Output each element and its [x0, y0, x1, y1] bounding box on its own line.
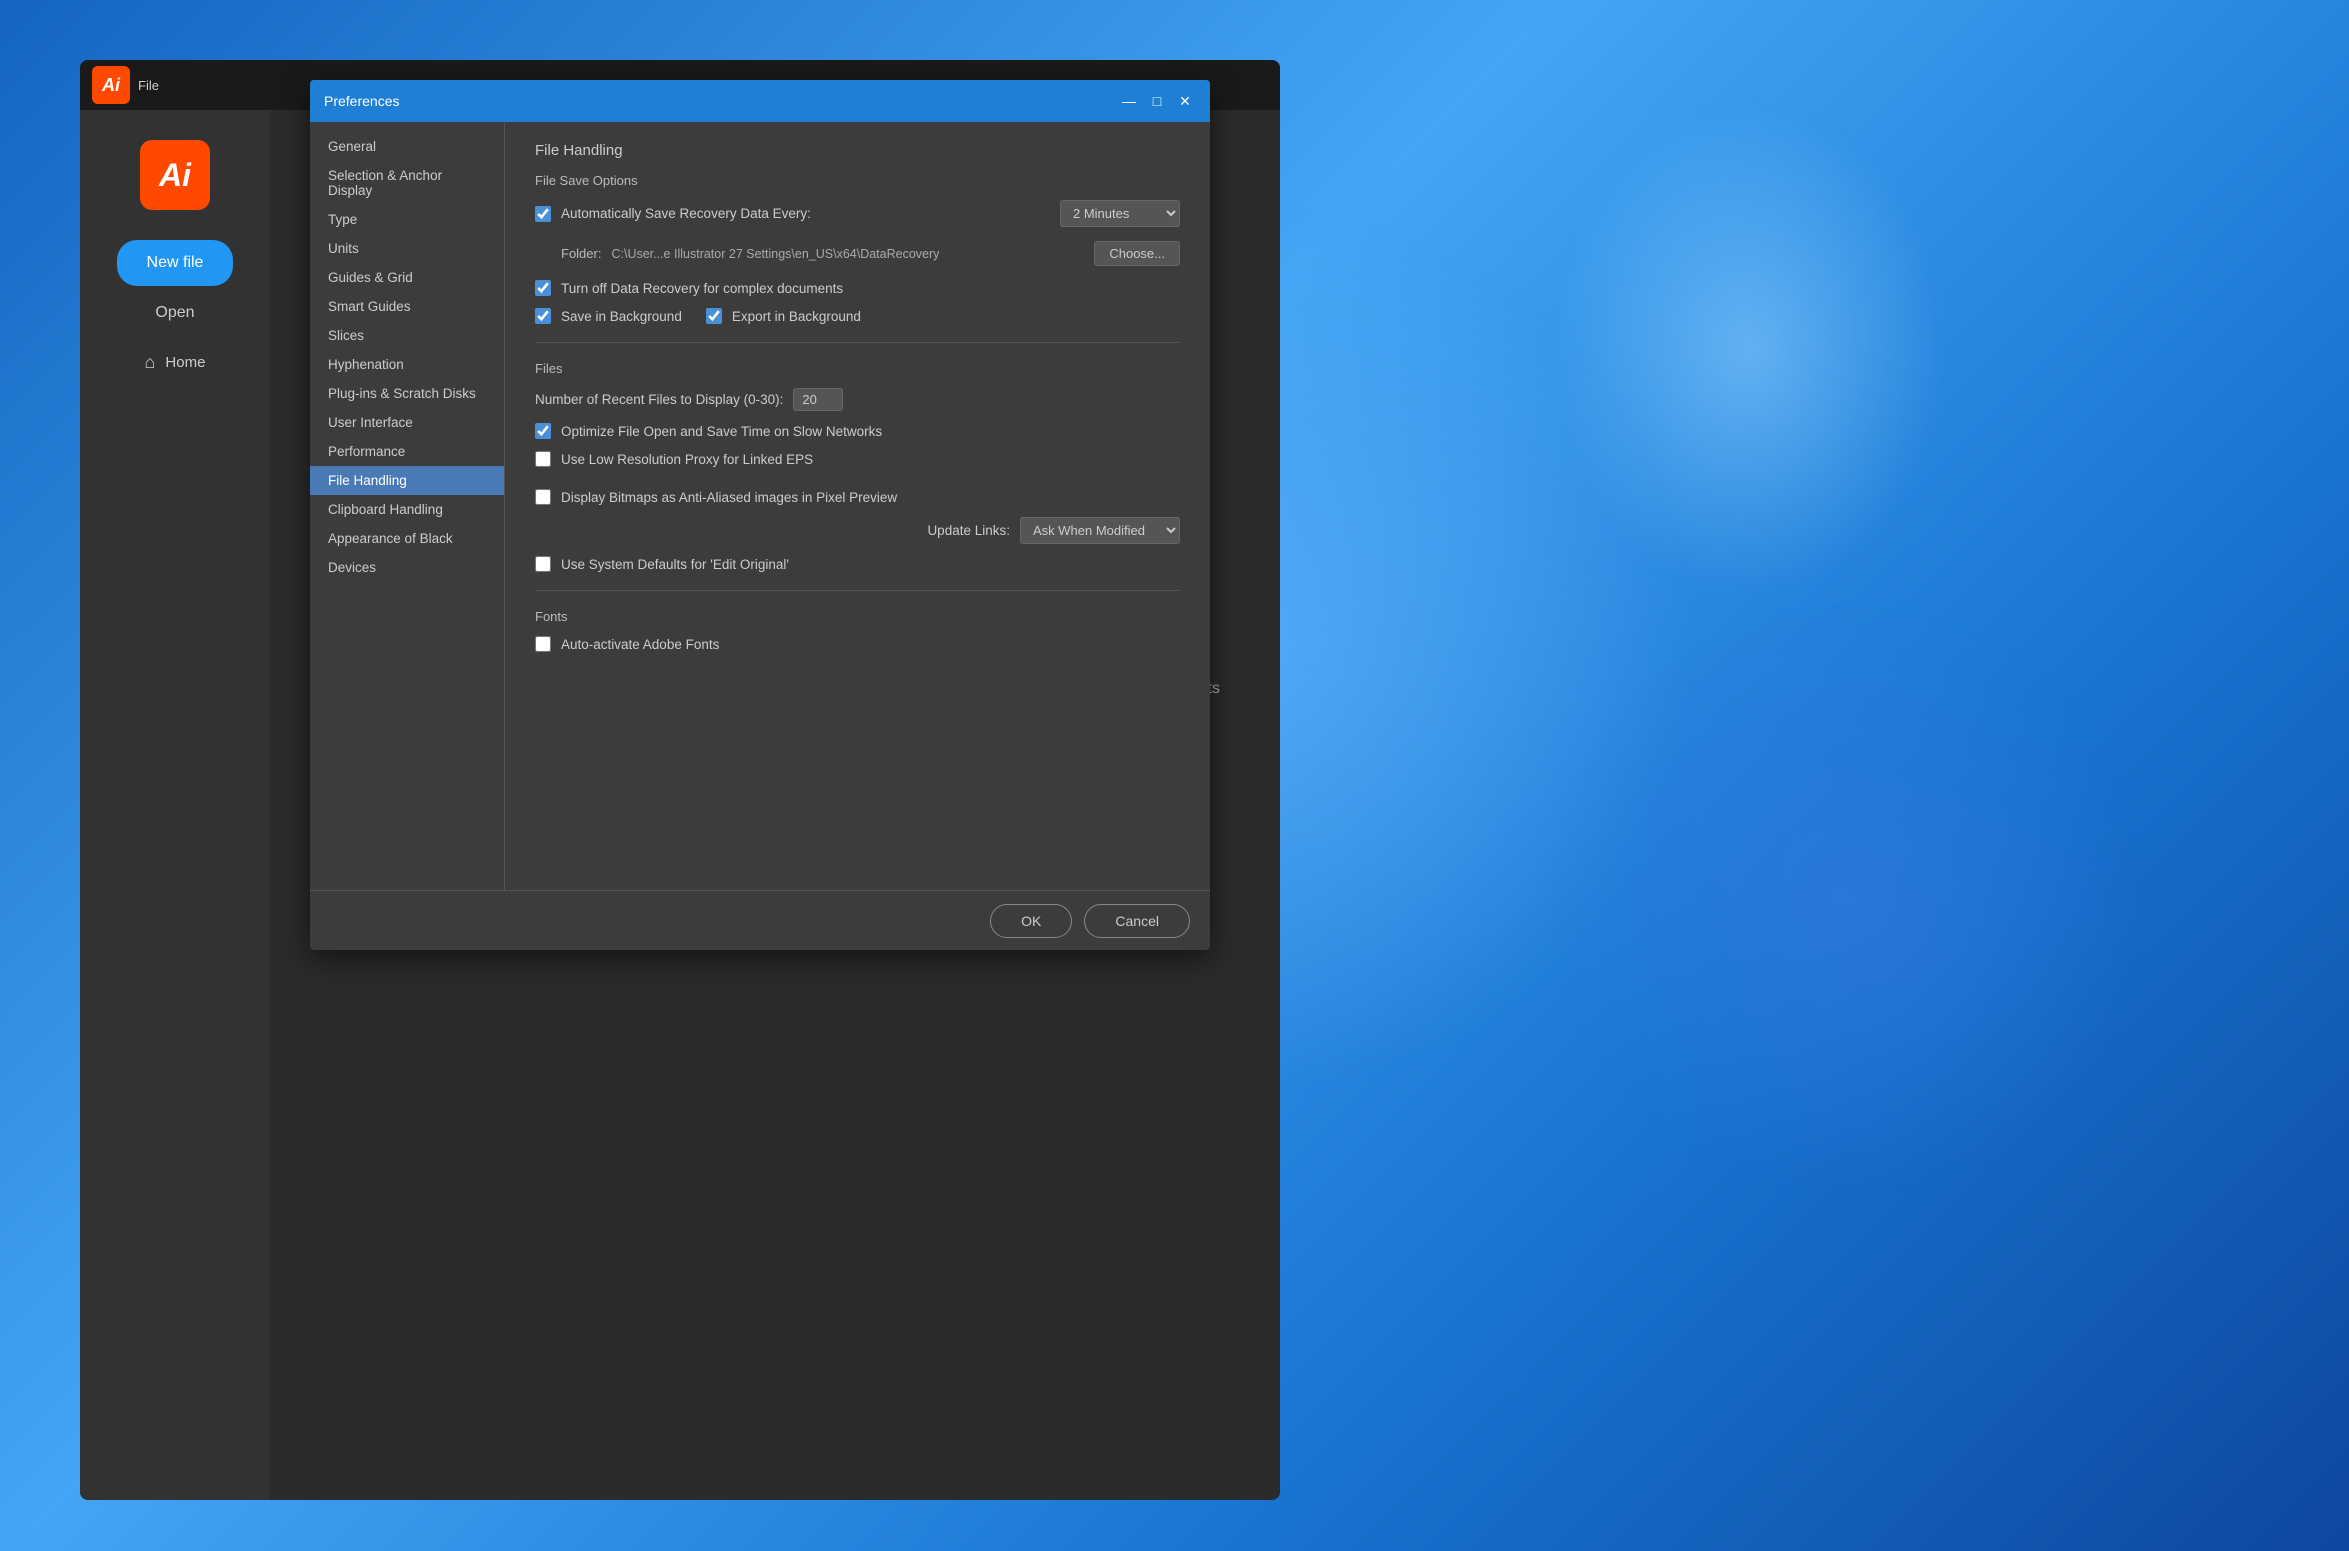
- home-label: Home: [165, 354, 205, 371]
- dialog-titlebar: Preferences — □ ✕: [310, 80, 1210, 122]
- nav-item-file-handling[interactable]: File Handling: [310, 466, 504, 495]
- optimize-checkbox[interactable]: [535, 423, 551, 439]
- low-res-label: Use Low Resolution Proxy for Linked EPS: [561, 452, 813, 467]
- files-section-title: Files: [535, 361, 1180, 376]
- low-res-checkbox[interactable]: [535, 451, 551, 467]
- update-links-row: Update Links: Ask When Modified Automati…: [535, 517, 1180, 544]
- export-in-background-checkbox[interactable]: [706, 308, 722, 324]
- update-links-select[interactable]: Ask When Modified Automatically Manually: [1020, 517, 1180, 544]
- cancel-button[interactable]: Cancel: [1084, 904, 1190, 938]
- use-system-defaults-row: Use System Defaults for 'Edit Original': [535, 556, 1180, 572]
- nav-item-units[interactable]: Units: [310, 234, 504, 263]
- new-file-button[interactable]: New file: [117, 240, 234, 286]
- turn-off-recovery-row: Turn off Data Recovery for complex docum…: [535, 280, 1180, 296]
- display-bitmaps-label: Display Bitmaps as Anti-Aliased images i…: [561, 490, 897, 505]
- display-bitmaps-row: Display Bitmaps as Anti-Aliased images i…: [535, 489, 1180, 505]
- nav-item-selection-anchor[interactable]: Selection & Anchor Display: [310, 161, 504, 205]
- home-icon: ⌂: [145, 352, 156, 373]
- nav-item-appearance-black[interactable]: Appearance of Black: [310, 524, 504, 553]
- low-res-row: Use Low Resolution Proxy for Linked EPS: [535, 451, 1180, 467]
- turn-off-recovery-checkbox[interactable]: [535, 280, 551, 296]
- use-system-defaults-checkbox[interactable]: [535, 556, 551, 572]
- open-button[interactable]: Open: [155, 304, 194, 322]
- display-bitmaps-checkbox[interactable]: [535, 489, 551, 505]
- nav-item-smart-guides[interactable]: Smart Guides: [310, 292, 504, 321]
- app-file-menu[interactable]: File: [138, 78, 159, 93]
- dialog-window-controls: — □ ✕: [1118, 90, 1196, 112]
- ok-button[interactable]: OK: [990, 904, 1072, 938]
- separator-1: [535, 342, 1180, 343]
- preferences-dialog: Preferences — □ ✕ GeneralSelection & Anc…: [310, 80, 1210, 950]
- fonts-section-title: Fonts: [535, 609, 1180, 624]
- save-in-background-checkbox[interactable]: [535, 308, 551, 324]
- export-in-background-row: Export in Background: [706, 308, 861, 324]
- nav-item-user-interface[interactable]: User Interface: [310, 408, 504, 437]
- recent-files-row: Number of Recent Files to Display (0-30)…: [535, 388, 1180, 411]
- nav-item-hyphenation[interactable]: Hyphenation: [310, 350, 504, 379]
- optimize-row: Optimize File Open and Save Time on Slow…: [535, 423, 1180, 439]
- bg-decoration-2: [1549, 600, 2149, 1200]
- dialog-footer: OK Cancel: [310, 890, 1210, 950]
- optimize-label: Optimize File Open and Save Time on Slow…: [561, 424, 882, 439]
- recent-files-label: Number of Recent Files to Display (0-30)…: [535, 392, 783, 407]
- nav-item-type[interactable]: Type: [310, 205, 504, 234]
- preferences-nav: GeneralSelection & Anchor DisplayTypeUni…: [310, 122, 505, 890]
- minutes-select[interactable]: 2 Minutes 1 Minute 5 Minutes 10 Minutes …: [1060, 200, 1180, 227]
- nav-item-plug-ins[interactable]: Plug-ins & Scratch Disks: [310, 379, 504, 408]
- folder-path: C:\User...e Illustrator 27 Settings\en_U…: [611, 247, 1084, 261]
- section-title: File Handling: [535, 142, 1180, 159]
- dialog-body: GeneralSelection & Anchor DisplayTypeUni…: [310, 122, 1210, 890]
- home-nav-item[interactable]: ⌂ Home: [145, 352, 206, 373]
- auto-save-row: Automatically Save Recovery Data Every: …: [535, 200, 1180, 227]
- maximize-button[interactable]: □: [1146, 90, 1168, 112]
- auto-save-label: Automatically Save Recovery Data Every:: [561, 206, 811, 221]
- nav-item-guides-grid[interactable]: Guides & Grid: [310, 263, 504, 292]
- bg-decoration-3: [1549, 100, 1949, 600]
- dialog-content-area: File Handling File Save Options Automati…: [505, 122, 1210, 890]
- auto-save-checkbox[interactable]: [535, 206, 551, 222]
- save-in-background-label: Save in Background: [561, 309, 682, 324]
- auto-activate-checkbox[interactable]: [535, 636, 551, 652]
- update-links-label: Update Links:: [927, 523, 1010, 538]
- close-button[interactable]: ✕: [1174, 90, 1196, 112]
- choose-folder-button[interactable]: Choose...: [1094, 241, 1180, 266]
- recent-files-input[interactable]: [793, 388, 843, 411]
- auto-activate-row: Auto-activate Adobe Fonts: [535, 636, 1180, 652]
- dialog-title: Preferences: [324, 93, 399, 109]
- ai-application: Ai File Ai New file Open ⌂ Home 🔍 esets …: [80, 60, 1280, 1500]
- auto-activate-label: Auto-activate Adobe Fonts: [561, 637, 719, 652]
- nav-item-clipboard-handling[interactable]: Clipboard Handling: [310, 495, 504, 524]
- separator-2: [535, 590, 1180, 591]
- app-sidebar: Ai New file Open ⌂ Home: [80, 110, 270, 1500]
- nav-item-general[interactable]: General: [310, 132, 504, 161]
- nav-item-devices[interactable]: Devices: [310, 553, 504, 582]
- app-logo-small: Ai: [92, 66, 130, 104]
- nav-item-slices[interactable]: Slices: [310, 321, 504, 350]
- turn-off-recovery-label: Turn off Data Recovery for complex docum…: [561, 281, 843, 296]
- save-in-background-row: Save in Background: [535, 308, 682, 324]
- use-system-defaults-label: Use System Defaults for 'Edit Original': [561, 557, 789, 572]
- export-in-background-label: Export in Background: [732, 309, 861, 324]
- minimize-button[interactable]: —: [1118, 90, 1140, 112]
- save-export-row: Save in Background Export in Background: [535, 308, 1180, 324]
- folder-row: Folder: C:\User...e Illustrator 27 Setti…: [535, 241, 1180, 266]
- nav-item-performance[interactable]: Performance: [310, 437, 504, 466]
- app-sidebar-logo: Ai: [140, 140, 210, 210]
- folder-label: Folder:: [561, 246, 601, 261]
- file-save-options-title: File Save Options: [535, 173, 1180, 188]
